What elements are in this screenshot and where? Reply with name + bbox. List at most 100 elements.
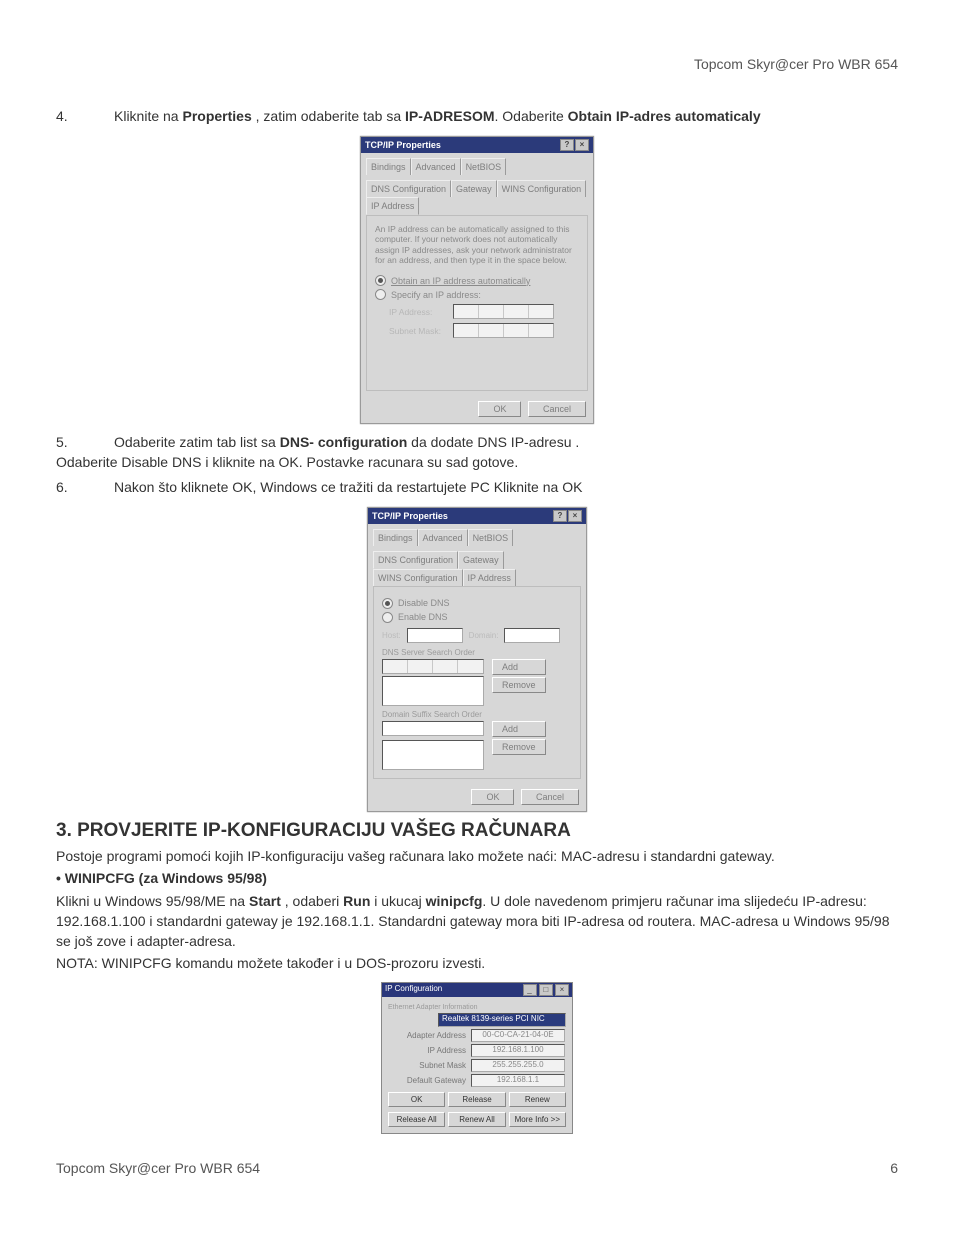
p2-c: i ukucaj	[370, 893, 425, 909]
close-icon[interactable]: ×	[575, 139, 589, 151]
step-6-number: 6.	[56, 477, 114, 497]
step-5-number: 5.	[56, 432, 114, 452]
more-info-button[interactable]: More Info >>	[509, 1112, 566, 1127]
tab-gateway[interactable]: Gateway	[458, 551, 504, 569]
adapter-select[interactable]: Realtek 8139-series PCI NIC	[438, 1013, 566, 1027]
step-4-post: . Odaberite	[495, 108, 568, 124]
dialog-description: An IP address can be automatically assig…	[375, 224, 579, 265]
tab-dns[interactable]: DNS Configuration	[366, 180, 451, 197]
tab-advanced[interactable]: Advanced	[411, 158, 461, 175]
ok-button[interactable]: OK	[478, 401, 521, 417]
ok-button[interactable]: OK	[388, 1092, 445, 1107]
maximize-icon[interactable]: □	[539, 984, 553, 996]
radio-obtain-ip[interactable]	[375, 275, 386, 286]
remove-dns-button[interactable]: Remove	[492, 677, 546, 693]
footer-product: Topcom Skyr@cer Pro WBR 654	[56, 1160, 260, 1176]
input-suffix-entry[interactable]	[382, 721, 484, 736]
step-4-number: 4.	[56, 106, 114, 126]
minimize-icon[interactable]: _	[523, 984, 537, 996]
input-host[interactable]	[407, 628, 463, 643]
label-ip: IP Address:	[389, 307, 447, 317]
help-icon[interactable]: ?	[553, 510, 567, 522]
radio-disable-dns[interactable]	[382, 598, 393, 609]
value-ip-address: 192.168.1.100	[471, 1044, 565, 1057]
tab-ipaddress[interactable]: IP Address	[463, 569, 516, 586]
ipcfg-group: Ethernet Adapter Information	[388, 1004, 566, 1011]
titlebar-2: TCP/IP Properties ? ×	[368, 508, 586, 524]
label-mask: Subnet Mask:	[389, 326, 447, 336]
p2-bold-start: Start	[249, 893, 281, 909]
dialog-tabs: Bindings Advanced NetBIOS	[366, 158, 588, 175]
ok-button[interactable]: OK	[471, 789, 514, 805]
step-5-text: Odaberite zatim tab list sa DNS- configu…	[114, 432, 898, 452]
tab-gateway[interactable]: Gateway	[451, 180, 497, 197]
tab-ipaddress[interactable]: IP Address	[366, 197, 419, 215]
radio-specify-ip[interactable]	[375, 289, 386, 300]
tcpip-dialog-dns: TCP/IP Properties ? × Bindings Advanced …	[367, 507, 587, 812]
p2-bold-winipcfg: winipcfg	[426, 893, 483, 909]
step-4-pre: Kliknite na	[114, 108, 182, 124]
cancel-button[interactable]: Cancel	[528, 401, 586, 417]
tab-netbios[interactable]: NetBIOS	[468, 529, 514, 546]
p2-bold-run: Run	[343, 893, 370, 909]
label-subnet-mask: Subnet Mask	[388, 1061, 471, 1070]
section-3-title: 3. PROVJERITE IP-KONFIGURACIJU VAŠEG RAČ…	[56, 820, 898, 842]
p2-a: Klikni u Windows 95/98/ME na	[56, 893, 249, 909]
radio-obtain-label: Obtain an IP address automatically	[391, 276, 530, 286]
input-subnet-mask[interactable]	[453, 323, 554, 338]
tab-bindings[interactable]: Bindings	[366, 158, 411, 175]
release-button[interactable]: Release	[448, 1092, 505, 1107]
value-adapter-address: 00-C0-CA-21-04-0E	[471, 1029, 565, 1042]
section-3-bullet: • WINIPCFG (za Windows 95/98)	[56, 868, 898, 888]
page-footer: Topcom Skyr@cer Pro WBR 654 6	[56, 1160, 898, 1176]
radio-enable-label: Enable DNS	[398, 612, 448, 622]
p2-b: , odaberi	[281, 893, 343, 909]
step-4-text: Kliknite na Properties , zatim odaberite…	[114, 106, 898, 126]
input-ip-address[interactable]	[453, 304, 554, 319]
cancel-button[interactable]: Cancel	[521, 789, 579, 805]
step-6-text: Nakon što kliknete OK, Windows ce tražit…	[114, 477, 898, 497]
help-icon[interactable]: ?	[560, 139, 574, 151]
label-ip-address: IP Address	[388, 1046, 471, 1055]
footer-page-number: 6	[890, 1160, 898, 1176]
input-dns-entry[interactable]	[382, 659, 484, 674]
label-domain: Domain:	[469, 631, 499, 640]
tab-bindings[interactable]: Bindings	[373, 529, 418, 546]
step-5-post: da dodate DNS IP-adresu .	[407, 434, 579, 450]
tab-wins[interactable]: WINS Configuration	[497, 180, 587, 197]
remove-suffix-button[interactable]: Remove	[492, 739, 546, 755]
add-suffix-button[interactable]: Add	[492, 721, 546, 737]
value-subnet-mask: 255.255.255.0	[471, 1059, 565, 1072]
close-icon[interactable]: ×	[568, 510, 582, 522]
add-dns-button[interactable]: Add	[492, 659, 546, 675]
radio-specify-label: Specify an IP address:	[391, 290, 481, 300]
label-default-gateway: Default Gateway	[388, 1076, 471, 1085]
label-adapter-address: Adapter Address	[388, 1031, 471, 1040]
step-4-bold-obtain: Obtain IP-adres automaticaly	[568, 108, 761, 124]
renew-button[interactable]: Renew	[509, 1092, 566, 1107]
list-suffixes[interactable]	[382, 740, 484, 770]
step-4-mid: , zatim odaberite tab sa	[252, 108, 405, 124]
label-dns-order: DNS Server Search Order	[382, 648, 572, 657]
step-4-bold-ipadresom: IP-ADRESOM	[405, 108, 494, 124]
tab-wins[interactable]: WINS Configuration	[373, 569, 463, 586]
tab-dns[interactable]: DNS Configuration	[373, 551, 458, 569]
tcpip-dialog-ip: TCP/IP Properties ? × Bindings Advanced …	[360, 136, 594, 424]
release-all-button[interactable]: Release All	[388, 1112, 445, 1127]
tab-advanced[interactable]: Advanced	[418, 529, 468, 546]
step-5-continuation: Odaberite Disable DNS i kliknite na OK. …	[56, 452, 898, 472]
label-host: Host:	[382, 631, 401, 640]
ipcfg-titlebar: IP Configuration _ □ ×	[382, 983, 572, 997]
section-3-p1: Postoje programi pomoći kojih IP-konfigu…	[56, 846, 898, 866]
list-dns-servers[interactable]	[382, 676, 484, 706]
close-icon[interactable]: ×	[555, 984, 569, 996]
renew-all-button[interactable]: Renew All	[448, 1112, 505, 1127]
value-default-gateway: 192.168.1.1	[471, 1074, 565, 1087]
step-5-bold-dns: DNS- configuration	[280, 434, 408, 450]
ipcfg-title: IP Configuration	[385, 984, 442, 996]
section-3-p2: Klikni u Windows 95/98/ME na Start , oda…	[56, 891, 898, 952]
input-domain[interactable]	[504, 628, 560, 643]
radio-enable-dns[interactable]	[382, 612, 393, 623]
tab-netbios[interactable]: NetBIOS	[461, 158, 507, 175]
page-header: Topcom Skyr@cer Pro WBR 654	[56, 56, 898, 72]
